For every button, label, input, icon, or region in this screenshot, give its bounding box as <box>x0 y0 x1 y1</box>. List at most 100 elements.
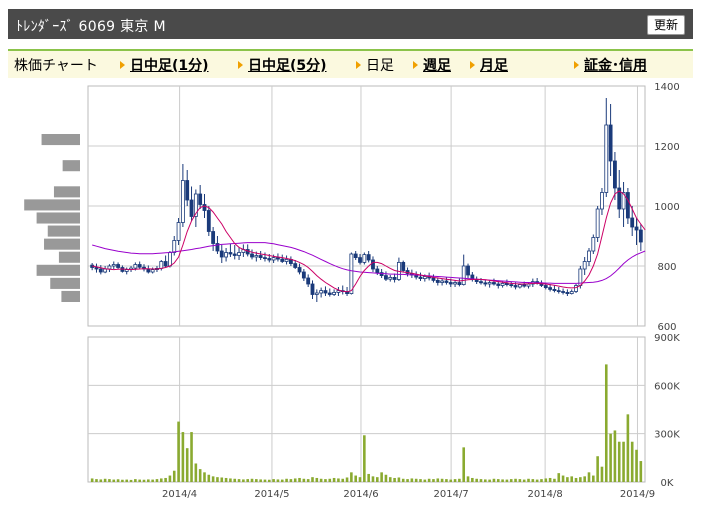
candle-body <box>263 257 267 260</box>
volume-bar <box>280 479 284 482</box>
candle-body <box>111 264 116 267</box>
volume-bar <box>345 477 349 482</box>
candle-body <box>176 222 181 241</box>
volume-bar <box>108 479 111 482</box>
volume-bar <box>276 479 280 482</box>
volume-bar <box>626 414 630 482</box>
volume-bar <box>159 478 163 482</box>
candle-body <box>150 269 155 273</box>
volume-bar <box>263 479 267 482</box>
volume-bar <box>324 479 327 482</box>
volume-bar <box>414 478 418 482</box>
candle-body <box>431 277 436 281</box>
y-tick-label: 600 <box>657 322 676 333</box>
volume-bar <box>103 478 107 482</box>
volume-bar <box>540 479 543 482</box>
volume-bar <box>384 474 388 482</box>
volume-bar <box>436 478 440 482</box>
candle-body <box>552 288 557 291</box>
volume-bar <box>181 432 185 482</box>
volume-bar <box>255 479 258 482</box>
volume-bar <box>574 477 578 482</box>
volume-bar <box>604 364 608 482</box>
candle-body <box>587 250 591 262</box>
candle-body <box>466 265 470 276</box>
candle-body <box>422 276 427 279</box>
volume-bar <box>315 477 319 482</box>
volume-bar <box>194 463 198 482</box>
candle-body <box>634 226 639 231</box>
volume-bar <box>237 479 241 482</box>
candle-body <box>358 257 362 263</box>
candle-body <box>159 261 164 269</box>
profile-bar <box>41 134 80 146</box>
candle-body <box>276 257 280 260</box>
candle-body <box>189 199 194 217</box>
candle-body <box>504 282 509 285</box>
volume-bar <box>267 479 271 482</box>
volume-bar <box>121 479 124 482</box>
volume-bar <box>406 479 409 482</box>
volume-bar <box>496 479 500 482</box>
volume-bar <box>505 479 509 482</box>
candle-body <box>327 292 332 295</box>
candle-body <box>448 282 453 285</box>
candle-body <box>103 268 108 273</box>
candle-body <box>116 264 120 268</box>
candle-body <box>137 264 142 268</box>
candle-body <box>306 277 311 285</box>
volume-bar <box>583 476 586 482</box>
volume-bar <box>553 478 556 482</box>
x-tick-label: 2014/8 <box>528 489 563 500</box>
volume-bar <box>207 474 211 482</box>
candle-body <box>94 267 99 270</box>
candle-body <box>232 253 237 256</box>
candle-body <box>371 259 375 270</box>
candle-body <box>237 252 241 256</box>
x-tick-label: 2014/5 <box>254 489 289 500</box>
candle-body <box>163 261 168 267</box>
volume-bar <box>95 479 98 482</box>
volume-bar <box>358 477 362 482</box>
candle-body <box>556 290 561 293</box>
volume-bar <box>229 478 232 482</box>
volume-bar <box>216 477 219 482</box>
volume-bar <box>479 479 483 482</box>
volume-bar <box>354 475 357 482</box>
profile-bar <box>36 212 80 224</box>
candle-body <box>297 267 302 273</box>
x-tick-label: 2014/6 <box>343 489 378 500</box>
candle-body <box>353 253 358 258</box>
volume-bar <box>164 477 167 482</box>
candle-body <box>267 258 272 261</box>
candle-body <box>301 271 306 279</box>
volume-bar <box>440 478 444 482</box>
candle-body <box>172 240 177 253</box>
candle-body <box>202 204 207 211</box>
candle-body <box>479 281 483 284</box>
candle-body <box>375 268 380 273</box>
volume-bar <box>224 477 228 482</box>
candle-body <box>513 285 518 288</box>
volume-bar <box>367 473 370 482</box>
volume-bar <box>527 478 530 482</box>
volume-bar <box>293 478 297 482</box>
volume-bar <box>242 479 245 482</box>
price-volume-profile <box>24 134 80 302</box>
candle-body <box>228 252 233 255</box>
volume-bar <box>635 449 638 482</box>
candle-body <box>496 283 501 286</box>
y-tick-label: 1000 <box>654 202 679 213</box>
volume-bar <box>272 479 275 482</box>
volume-bar <box>514 478 517 482</box>
candle-body <box>569 291 574 294</box>
volume-bar <box>363 435 366 482</box>
candle-body <box>349 253 354 294</box>
volume-bar <box>319 478 323 482</box>
volume-bar <box>531 479 535 482</box>
volume-bar <box>458 478 461 482</box>
candle-body <box>565 291 570 294</box>
volume-bar <box>449 479 453 482</box>
candle-body <box>133 264 138 269</box>
volume-bar <box>220 477 224 482</box>
